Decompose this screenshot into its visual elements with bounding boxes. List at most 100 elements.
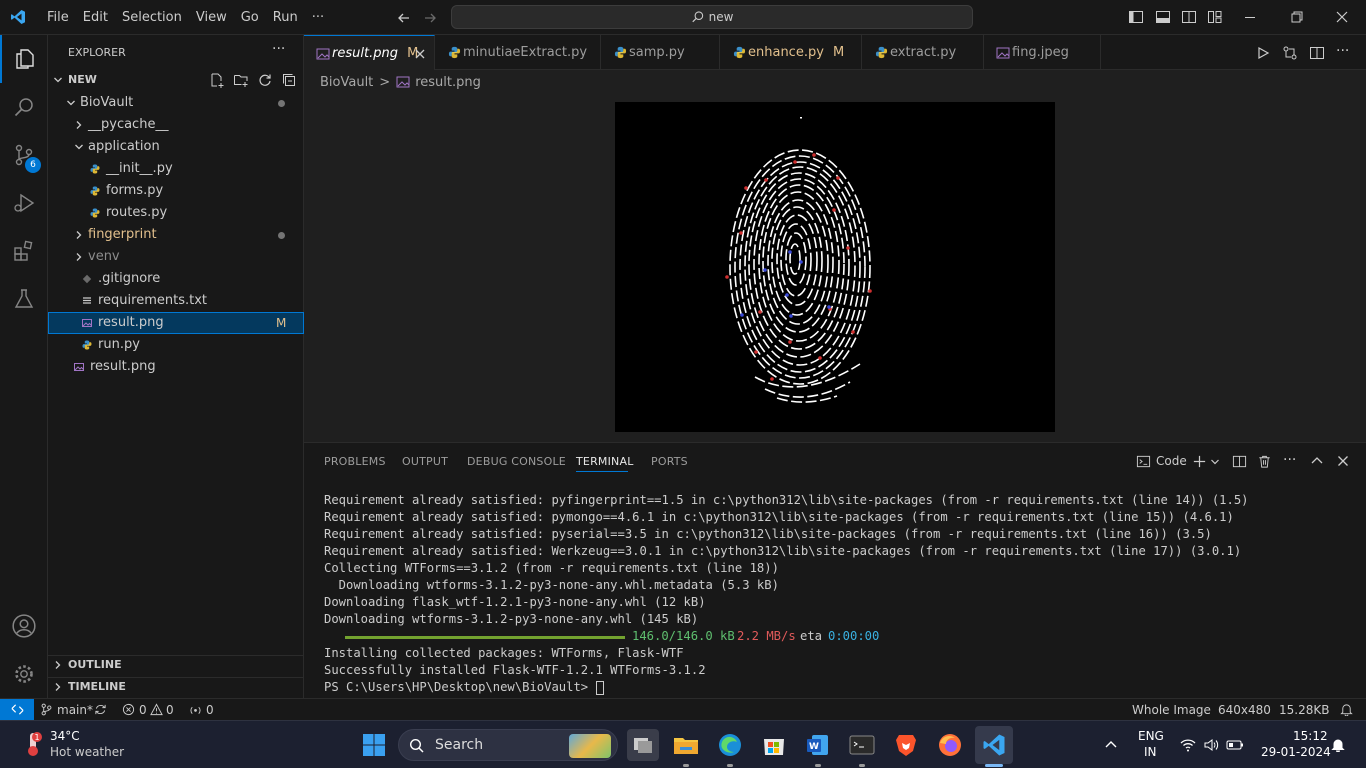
toggle-secondary-sidebar-icon[interactable] bbox=[1181, 9, 1197, 25]
new-file-icon[interactable] bbox=[209, 72, 225, 88]
panel-tab-problems[interactable]: PROBLEMS bbox=[324, 455, 386, 468]
store-app[interactable] bbox=[758, 729, 790, 761]
tab-enhance-py[interactable]: enhance.py M bbox=[720, 35, 862, 70]
clock-time[interactable]: 15:12 bbox=[1293, 729, 1328, 743]
battery-icon[interactable] bbox=[1226, 737, 1244, 753]
chevron-up-icon[interactable] bbox=[1310, 454, 1324, 468]
tab-result-png[interactable]: result.png M bbox=[304, 35, 435, 70]
customize-layout-icon[interactable] bbox=[1207, 9, 1223, 25]
sync-icon[interactable] bbox=[94, 703, 107, 716]
tray-chevron-up-icon[interactable] bbox=[1104, 738, 1118, 752]
menu-more[interactable]: ··· bbox=[305, 0, 331, 35]
file-explorer-app[interactable] bbox=[670, 729, 702, 761]
menu-selection[interactable]: Selection bbox=[115, 0, 189, 35]
tree-item[interactable]: BioVault bbox=[48, 92, 304, 114]
ports-count[interactable]: 0 bbox=[206, 703, 214, 717]
explorer-activity[interactable] bbox=[0, 35, 48, 83]
menu-edit[interactable]: Edit bbox=[76, 0, 115, 35]
panel-tab-debug-console[interactable]: DEBUG CONSOLE bbox=[467, 455, 566, 468]
windows-start-icon[interactable] bbox=[362, 733, 386, 757]
plus-icon[interactable] bbox=[1192, 454, 1207, 469]
accounts-activity[interactable] bbox=[0, 602, 48, 650]
chevron-down-icon[interactable] bbox=[1210, 457, 1220, 467]
bell-icon[interactable] bbox=[1340, 703, 1353, 716]
command-center-search[interactable]: new bbox=[451, 5, 973, 29]
tab-minutiaeextract-py[interactable]: minutiaeExtract.py bbox=[435, 35, 601, 70]
menu-run[interactable]: Run bbox=[266, 0, 305, 35]
source-control-activity[interactable]: 6 bbox=[0, 131, 48, 179]
workspace-root[interactable]: NEW bbox=[48, 69, 304, 91]
edge-app[interactable] bbox=[714, 729, 746, 761]
outline-section[interactable]: OUTLINE bbox=[48, 654, 304, 676]
image-preview[interactable] bbox=[615, 102, 1055, 432]
testing-activity[interactable] bbox=[0, 275, 48, 323]
manage-activity[interactable] bbox=[0, 650, 48, 698]
tree-item[interactable]: __init__.py bbox=[48, 158, 304, 180]
remote-indicator[interactable] bbox=[0, 699, 34, 720]
tree-item[interactable]: application bbox=[48, 136, 304, 158]
clock-date[interactable]: 29-01-2024 bbox=[1261, 745, 1331, 759]
tree-item[interactable]: requirements.txt bbox=[48, 290, 304, 312]
tree-item[interactable]: routes.py bbox=[48, 202, 304, 224]
close-window-icon[interactable] bbox=[1334, 9, 1350, 25]
menu-go[interactable]: Go bbox=[234, 0, 266, 35]
tree-item[interactable]: venv bbox=[48, 246, 304, 268]
split-editor-icon[interactable] bbox=[1309, 45, 1325, 61]
brave-app[interactable] bbox=[890, 729, 922, 761]
tree-item[interactable]: __pycache__ bbox=[48, 114, 304, 136]
language-secondary[interactable]: IN bbox=[1144, 745, 1157, 759]
menu-file[interactable]: File bbox=[40, 0, 76, 35]
firefox-app[interactable] bbox=[934, 729, 966, 761]
menu-view[interactable]: View bbox=[189, 0, 234, 35]
terminal-prompt[interactable]: PS C:\Users\HP\Desktop\new\BioVault> bbox=[324, 679, 604, 696]
notification-bell-icon[interactable] bbox=[1331, 738, 1345, 752]
close-panel-icon[interactable] bbox=[1336, 454, 1350, 468]
panel-more-button[interactable]: ··· bbox=[1283, 452, 1296, 468]
tree-item[interactable]: .gitignore bbox=[48, 268, 304, 290]
weather-desc[interactable]: Hot weather bbox=[50, 745, 124, 759]
tree-item[interactable]: run.py bbox=[48, 334, 304, 356]
tree-item[interactable]: result.png M bbox=[48, 312, 304, 334]
explorer-more-button[interactable]: ··· bbox=[272, 41, 285, 57]
tab-samp-py[interactable]: samp.py bbox=[601, 35, 720, 70]
toggle-panel-icon[interactable] bbox=[1155, 9, 1171, 25]
collapse-all-icon[interactable] bbox=[281, 72, 297, 88]
tree-item[interactable]: fingerprint bbox=[48, 224, 304, 246]
image-view-mode[interactable]: Whole Image bbox=[1132, 703, 1211, 717]
branch-name[interactable]: main* bbox=[57, 703, 93, 717]
volume-icon[interactable] bbox=[1203, 737, 1219, 753]
tree-item[interactable]: result.png bbox=[48, 356, 304, 378]
run-icon[interactable] bbox=[1256, 46, 1270, 60]
vscode-app[interactable] bbox=[975, 726, 1013, 764]
weather-temp[interactable]: 34°C bbox=[50, 729, 80, 743]
task-view-app[interactable] bbox=[627, 729, 659, 761]
error-count[interactable]: 0 bbox=[139, 703, 147, 717]
terminal-shell-name[interactable]: Code bbox=[1156, 454, 1187, 468]
word-app[interactable]: W bbox=[802, 729, 834, 761]
breadcrumb-root[interactable]: BioVault bbox=[320, 75, 373, 90]
toggle-sidebar-icon[interactable] bbox=[1128, 9, 1144, 25]
language-primary[interactable]: ENG bbox=[1138, 729, 1164, 743]
back-arrow-icon[interactable] bbox=[396, 10, 412, 26]
forward-arrow-icon[interactable] bbox=[422, 10, 438, 26]
warning-count[interactable]: 0 bbox=[166, 703, 174, 717]
timeline-section[interactable]: TIMELINE bbox=[48, 676, 304, 698]
search-activity[interactable] bbox=[0, 83, 48, 131]
new-folder-icon[interactable] bbox=[233, 72, 249, 88]
panel-tab-terminal[interactable]: TERMINAL bbox=[576, 455, 634, 468]
trash-icon[interactable] bbox=[1257, 454, 1272, 469]
extensions-activity[interactable] bbox=[0, 227, 48, 275]
editor-more-button[interactable]: ··· bbox=[1336, 43, 1349, 59]
breadcrumb-file[interactable]: result.png bbox=[415, 75, 481, 90]
panel-tab-ports[interactable]: PORTS bbox=[651, 455, 688, 468]
terminal-app[interactable] bbox=[846, 729, 878, 761]
minimize-icon[interactable] bbox=[1242, 9, 1258, 25]
compare-changes-icon[interactable] bbox=[1282, 45, 1298, 61]
tab-extract-py[interactable]: extract.py bbox=[862, 35, 984, 70]
close-tab-icon[interactable] bbox=[414, 48, 426, 60]
run-debug-activity[interactable] bbox=[0, 179, 48, 227]
tree-item[interactable]: forms.py bbox=[48, 180, 304, 202]
taskbar-search[interactable]: Search bbox=[398, 729, 618, 761]
wifi-icon[interactable] bbox=[1180, 737, 1196, 753]
refresh-icon[interactable] bbox=[257, 72, 273, 88]
